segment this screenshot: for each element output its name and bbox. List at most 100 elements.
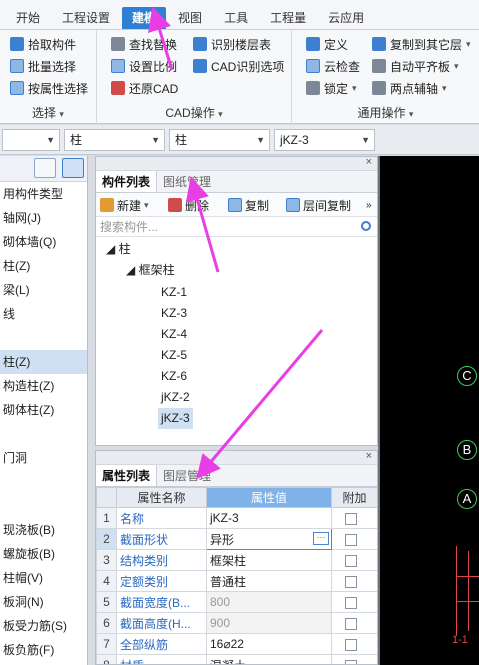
auto-align-slab-button[interactable]: 自动平齐板 ▾ xyxy=(372,56,459,76)
property-value[interactable]: jKZ-3 xyxy=(206,507,332,529)
checkbox[interactable] xyxy=(345,638,357,651)
component-search-input[interactable]: 搜索构件... xyxy=(96,217,377,237)
property-value[interactable]: 框架柱 xyxy=(206,549,332,571)
additional-cell[interactable] xyxy=(331,507,377,529)
nav-item[interactable]: 板负筋(F) xyxy=(0,638,87,662)
property-row[interactable]: 2 截面形状 异形 ··· xyxy=(96,528,377,550)
checkbox[interactable] xyxy=(345,512,357,525)
select-by-property-button[interactable]: 按属性选择 xyxy=(10,78,88,98)
checkbox[interactable] xyxy=(345,533,357,546)
drawing-canvas[interactable]: C B A 1-1 xyxy=(380,156,479,665)
tab-property-list[interactable]: 属性列表 xyxy=(96,465,158,486)
additional-cell[interactable] xyxy=(331,591,377,613)
nav-item[interactable]: 板受力筋(S) xyxy=(0,614,87,638)
tree-item[interactable]: KZ-4 xyxy=(161,324,187,345)
new-button[interactable]: 新建 ▾ xyxy=(100,196,149,214)
nav-item[interactable]: 构造柱(Z) xyxy=(0,374,87,398)
nav-item[interactable]: 板洞(N) xyxy=(0,590,87,614)
tab-modeling[interactable]: 建模 xyxy=(122,7,167,29)
additional-cell[interactable] xyxy=(331,528,377,550)
tab-tools[interactable]: 工具 xyxy=(214,7,258,29)
tree-item[interactable]: KZ-5 xyxy=(161,345,187,366)
more-icon[interactable]: » xyxy=(366,196,372,214)
checkbox[interactable] xyxy=(345,659,357,664)
property-value[interactable]: 普通柱 xyxy=(206,570,332,592)
tree-group[interactable]: ◢ 框架柱 xyxy=(126,260,175,281)
property-row[interactable]: 1 名称 jKZ-3 xyxy=(96,507,377,529)
nav-item[interactable]: 螺旋板(B) xyxy=(0,542,87,566)
tab-quantity[interactable]: 工程量 xyxy=(260,7,316,29)
two-point-axis-button[interactable]: 两点辅轴 ▾ xyxy=(372,78,447,98)
additional-cell[interactable] xyxy=(331,570,377,592)
tab-cloud[interactable]: 云应用 xyxy=(318,7,374,29)
set-scale-button[interactable]: 设置比例 xyxy=(111,56,177,76)
nav-item[interactable]: 砌体柱(Z) xyxy=(0,398,87,422)
property-row[interactable]: 7 全部纵筋 16⌀22 xyxy=(96,633,377,655)
list-view-button[interactable] xyxy=(34,158,56,178)
nav-item[interactable]: 轴网(J) xyxy=(0,206,87,230)
close-icon[interactable]: × xyxy=(366,451,372,462)
close-icon[interactable]: × xyxy=(366,157,372,168)
checkbox[interactable] xyxy=(345,575,357,588)
checkbox[interactable] xyxy=(345,596,357,609)
nav-item[interactable]: 现浇板(B) xyxy=(0,518,87,542)
cad-options-button[interactable]: CAD识别选项 xyxy=(193,56,284,76)
category-combo[interactable]: 柱 ▼ xyxy=(64,129,165,151)
nav-item[interactable]: 柱帽(V) xyxy=(0,566,87,590)
property-row[interactable]: 6 截面高度(H... 900 xyxy=(96,612,377,634)
nav-item[interactable]: 柱(Z) xyxy=(0,254,87,278)
delete-button[interactable]: 删除 xyxy=(168,196,209,214)
additional-cell[interactable] xyxy=(331,654,377,664)
tree-item[interactable]: KZ-3 xyxy=(161,303,187,324)
checkbox[interactable] xyxy=(345,554,357,567)
additional-cell[interactable] xyxy=(331,633,377,655)
restore-cad-button[interactable]: 还原CAD xyxy=(111,78,178,98)
property-value[interactable]: 16⌀22 xyxy=(206,633,332,655)
define-button[interactable]: 定义 xyxy=(306,34,348,54)
floor-combo[interactable]: ▼ xyxy=(2,129,60,151)
checkbox[interactable] xyxy=(345,617,357,630)
additional-cell[interactable] xyxy=(331,549,377,571)
nav-item[interactable]: 砌体墙(Q) xyxy=(0,230,87,254)
tab-layer-management[interactable]: 图层管理 xyxy=(157,465,217,486)
nav-item[interactable]: 门洞 xyxy=(0,446,87,470)
copy-to-other-layer-button[interactable]: 复制到其它层 ▾ xyxy=(372,34,471,54)
nav-item[interactable]: 线 xyxy=(0,302,87,326)
property-row[interactable]: 8材质混凝土 xyxy=(96,654,377,664)
tab-component-list[interactable]: 构件列表 xyxy=(96,171,158,192)
copy-button[interactable]: 复制 xyxy=(228,196,269,214)
tab-project-settings[interactable]: 工程设置 xyxy=(52,7,120,29)
tree-item[interactable]: KZ-1 xyxy=(161,282,187,303)
nav-item[interactable]: 用构件类型 xyxy=(0,182,87,206)
additional-cell[interactable] xyxy=(331,612,377,634)
copy-between-floors-button[interactable]: 层间复制 xyxy=(286,196,351,214)
tab-view[interactable]: 视图 xyxy=(168,7,212,29)
pick-component-button[interactable]: 拾取构件 xyxy=(10,34,76,54)
property-value[interactable]: 混凝土 xyxy=(206,654,332,664)
define-label: 定义 xyxy=(324,37,349,52)
property-value[interactable]: 800 xyxy=(206,591,332,613)
property-value[interactable]: 900 xyxy=(206,612,332,634)
tree-item[interactable]: KZ-6 xyxy=(161,366,187,387)
property-value[interactable]: 异形 ··· xyxy=(206,528,332,550)
type-combo[interactable]: 柱 ▼ xyxy=(169,129,270,151)
find-replace-button[interactable]: 查找替换 xyxy=(111,34,177,54)
cloud-check-button[interactable]: 云检查 xyxy=(306,56,360,76)
lock-button[interactable]: 锁定 ▾ xyxy=(306,78,357,98)
tree-item[interactable]: jKZ-3 xyxy=(158,408,193,429)
identify-floor-table-button[interactable]: 识别楼层表 xyxy=(193,34,271,54)
property-row[interactable]: 3 结构类别 框架柱 xyxy=(96,549,377,571)
component-combo[interactable]: jKZ-3 ▼ xyxy=(274,129,375,151)
batch-select-button[interactable]: 批量选择 xyxy=(10,56,76,76)
grid-view-button[interactable] xyxy=(62,158,84,178)
property-row[interactable]: 4 定额类别 普通柱 xyxy=(96,570,377,592)
tab-drawing-management[interactable]: 图纸管理 xyxy=(157,171,217,192)
tab-start[interactable]: 开始 xyxy=(6,7,50,29)
ellipsis-icon[interactable]: ··· xyxy=(313,532,329,545)
tree-item[interactable]: jKZ-2 xyxy=(161,387,190,408)
nav-item[interactable]: 柱(Z) xyxy=(0,350,87,374)
identify-floor-table-label: 识别楼层表 xyxy=(211,37,272,52)
tree-root[interactable]: ◢ 柱 xyxy=(106,239,131,260)
nav-item[interactable]: 梁(L) xyxy=(0,278,87,302)
property-row[interactable]: 5 截面宽度(B... 800 xyxy=(96,591,377,613)
